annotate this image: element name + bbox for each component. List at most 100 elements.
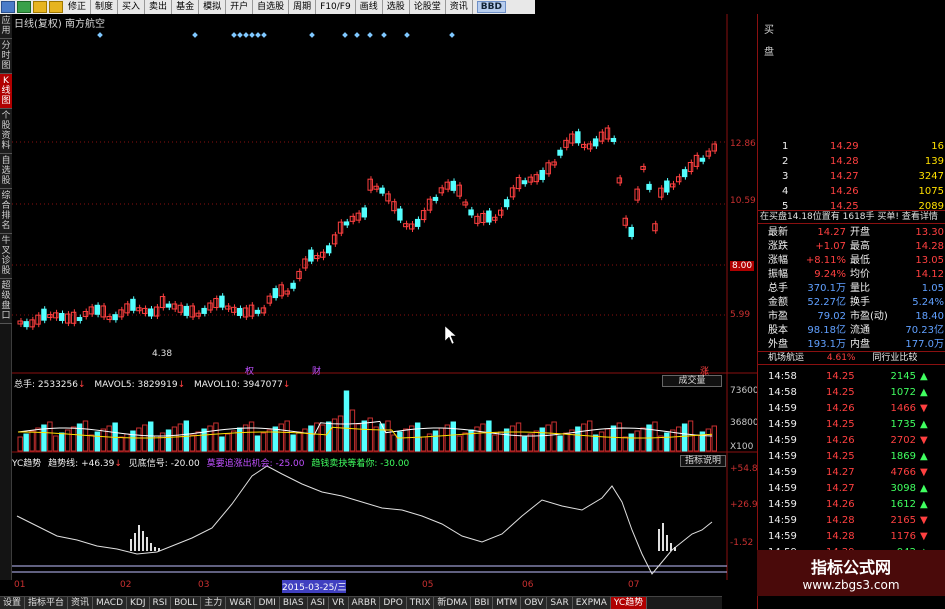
indicator-tab[interactable]: ARBR — [348, 597, 381, 609]
candle-body — [337, 221, 344, 234]
toolbar-button[interactable]: 选股 — [383, 0, 410, 14]
toolbar-button[interactable]: 制度 — [91, 0, 119, 14]
indicator-help-button[interactable]: 指标说明 — [680, 455, 726, 467]
date-axis-label: 05 — [422, 580, 434, 590]
candle-body — [343, 221, 350, 226]
candle-body — [242, 307, 249, 318]
candle-body — [693, 154, 700, 167]
up-icon[interactable] — [49, 1, 63, 13]
toolbar-button[interactable]: 资讯 — [446, 0, 473, 14]
volume-bar — [148, 421, 154, 452]
volume-bar — [551, 421, 557, 452]
volume-indicator-dropdown[interactable]: 成交量 — [662, 375, 722, 387]
orderbook-level: 2 — [782, 156, 789, 167]
back-icon[interactable] — [1, 1, 15, 13]
indicator-tab[interactable]: OBV — [521, 597, 548, 609]
indicator-tab[interactable]: 资讯 — [68, 597, 94, 609]
toolbar-button[interactable]: 论股堂 — [410, 0, 446, 14]
orderbook-row[interactable]: 2 14.28 139 — [758, 154, 945, 169]
toolbar-button[interactable]: 修正 — [64, 0, 92, 14]
left-tab[interactable]: 个股资料 — [0, 109, 12, 154]
indicator-tab[interactable]: DMI — [255, 597, 280, 609]
volume-axis-label: 73600 — [730, 386, 759, 396]
refresh-icon[interactable] — [33, 1, 47, 13]
forward-icon[interactable] — [17, 1, 31, 13]
candle-body — [652, 223, 658, 232]
orderbook-row[interactable]: 4 14.26 1075 — [758, 184, 945, 199]
quote-row: 市盈 79.02 市盈(动) 18.40 — [758, 310, 945, 324]
signal-diamond-icon — [449, 32, 455, 38]
bbd-button[interactable]: BBD — [476, 1, 506, 13]
indicator-tab-bar: 设置 指标平台 资讯 MACD KDJ RSI BOLL 主力 W&R DMI BIAS ASI VR A… — [0, 596, 722, 609]
left-tab[interactable]: K线图 — [0, 74, 12, 109]
candle-body — [533, 174, 540, 183]
toolbar-button[interactable]: 自选股 — [253, 0, 290, 14]
indicator-tab[interactable]: DPO — [380, 597, 407, 609]
volume-bar — [711, 425, 718, 452]
indicator-header: YC趋势 趋势线: +46.39↓ 见底信号: -20.00 莫要追涨出机会: … — [12, 459, 410, 469]
toolbar-button[interactable]: 画线 — [356, 0, 383, 14]
volume-bar — [59, 432, 65, 452]
indicator-tab[interactable]: BBI — [471, 597, 494, 609]
indicator-tab[interactable]: 设置 — [0, 597, 26, 609]
volume-bar — [325, 421, 332, 452]
orderbook-level: 3 — [782, 171, 789, 182]
event-marker[interactable]: 财 — [312, 364, 321, 377]
sector-name[interactable]: 机场航运 — [768, 353, 804, 363]
left-tab[interactable]: 牛叉诊股 — [0, 234, 12, 279]
volume-bar — [290, 434, 296, 452]
left-tab[interactable]: 分时图 — [0, 39, 12, 74]
indicator-tab[interactable]: BOLL — [171, 597, 202, 609]
kline-chart[interactable]: 日线(复权) 南方航空 12.86 10.59 8.00 5.99 4.38 权… — [12, 14, 763, 593]
left-tab[interactable]: 超级盘口 — [0, 279, 12, 324]
volume-bar — [592, 434, 599, 452]
indicator-tab[interactable]: 指标平台 — [25, 597, 69, 609]
toolbar-button[interactable]: 模拟 — [199, 0, 227, 14]
date-axis-label: 07 — [628, 580, 640, 590]
bottom-signal-bar — [674, 547, 676, 551]
left-tab[interactable]: 应用 — [0, 14, 12, 39]
toolbar-button[interactable]: 开户 — [226, 0, 254, 14]
candle-body — [616, 177, 623, 184]
orderbook-row[interactable]: 1 14.29 16 — [758, 139, 945, 154]
bottom-signal-bar — [658, 529, 660, 551]
indicator-tab[interactable]: BIAS — [279, 597, 308, 609]
toolbar-button[interactable]: 基金 — [172, 0, 200, 14]
indicator-tab[interactable]: YC趋势 — [610, 597, 648, 609]
orderbook-row[interactable]: 3 14.27 3247 — [758, 169, 945, 184]
candle-body — [207, 302, 213, 311]
indicator-tab[interactable]: MACD — [93, 597, 128, 609]
event-marker[interactable]: 权 — [245, 364, 254, 377]
indicator-tab[interactable]: MTM — [493, 597, 522, 609]
indicator-tab[interactable]: KDJ — [127, 597, 150, 609]
indicator-tab[interactable]: 新DMA — [434, 597, 472, 609]
indicator-tab[interactable]: SAR — [547, 597, 573, 609]
toolbar-button[interactable]: 周期 — [289, 0, 317, 14]
indicator-tab[interactable]: ASI — [307, 597, 330, 609]
indicator-tab[interactable]: VR — [329, 597, 349, 609]
candle-body — [124, 303, 130, 314]
toolbar-button[interactable]: F10/F9 — [316, 0, 356, 14]
toolbar-button[interactable]: 卖出 — [145, 0, 173, 14]
indicator-tab[interactable]: RSI — [149, 597, 172, 609]
candle-body — [308, 249, 314, 262]
date-axis-label: 01 — [14, 580, 26, 590]
volume-bar — [29, 430, 35, 452]
toolbar-button[interactable]: 买入 — [118, 0, 146, 14]
signal-diamond-icon — [309, 32, 315, 38]
toolbar: 修正 制度 买入 卖出 基金 模拟 开户 自选股 周期 F10/F9 画线 选股 论股堂 资讯 BBD — [0, 0, 535, 14]
indicator-tab[interactable]: 主力 — [201, 597, 227, 609]
indicator-tab[interactable]: EXPMA — [572, 597, 611, 609]
left-tab[interactable]: 自选股 — [0, 154, 12, 189]
indicator-wait: 趋钱卖抉等着你: -30.00 — [311, 459, 410, 469]
volume-bar — [533, 430, 540, 452]
left-tab[interactable]: 综合排名 — [0, 189, 12, 234]
candle-body — [159, 296, 166, 309]
candle-body — [296, 270, 302, 279]
indicator-tab[interactable]: W&R — [226, 597, 256, 609]
volume-bar — [616, 422, 623, 452]
volume-bar — [604, 428, 611, 452]
sector-compare-link[interactable]: 同行业比较 — [872, 353, 917, 363]
big-order-alert[interactable]: 在买盘14.18位置有 1618手 买单! 查看详情 — [758, 210, 945, 224]
indicator-tab[interactable]: TRIX — [406, 597, 435, 609]
